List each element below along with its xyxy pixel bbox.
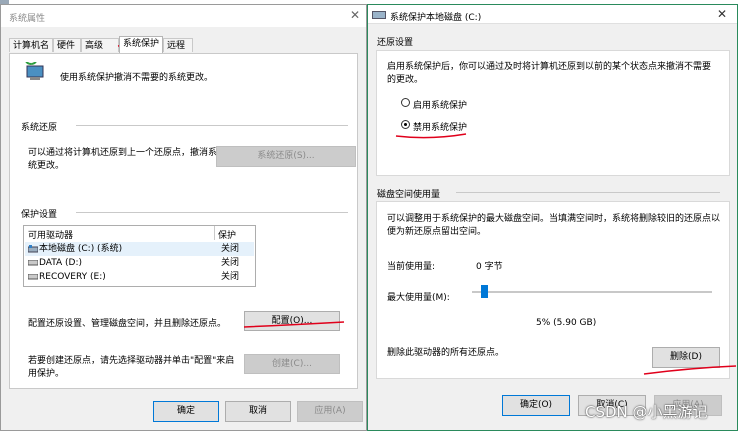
annotation-underline xyxy=(243,321,345,328)
tab-system-protection[interactable]: 系统保护 xyxy=(119,36,163,53)
watermark-text: CSDN @小黑游记 xyxy=(585,403,708,421)
annotation-underline xyxy=(643,365,737,375)
red-annotation-marks xyxy=(117,44,737,375)
annotation-underline xyxy=(395,133,467,139)
